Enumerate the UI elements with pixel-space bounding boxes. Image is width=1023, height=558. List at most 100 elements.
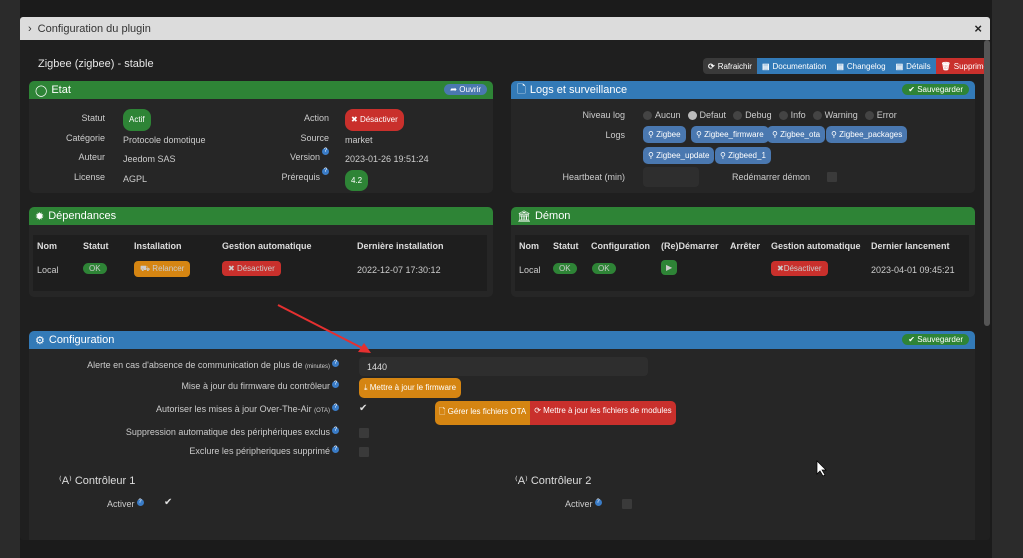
- log-zigbee-ota-button[interactable]: ⚲ Zigbee_ota: [767, 126, 826, 143]
- dep-nom: Local: [37, 265, 59, 275]
- log-level-radios: Aucun Defaut Debug Info Warning Error: [643, 110, 897, 121]
- controleur1-activer-label: Activer?: [107, 499, 144, 509]
- logs-title: Logs et surveillance: [529, 84, 628, 96]
- action-label: Action: [303, 113, 329, 123]
- changelog-button[interactable]: ▤ Changelog: [831, 58, 891, 74]
- exclure-checkbox[interactable]: [359, 447, 369, 457]
- book-icon: ▤: [836, 61, 844, 71]
- license-label: License: [73, 171, 105, 182]
- logs-save-button[interactable]: ✔ Sauvegarder: [902, 84, 969, 95]
- refresh-icon: ⟳: [708, 61, 715, 71]
- statut-badge: Actif: [123, 109, 151, 131]
- radio-label: Aucun: [655, 110, 681, 120]
- logs-header: 🗋 Logs et surveillance ✔ Sauvegarder: [511, 81, 975, 99]
- open-label: Ouvrir: [459, 85, 481, 94]
- background-page-left: [0, 0, 20, 558]
- refresh-button[interactable]: ⟳ Rafraichir: [703, 58, 757, 74]
- relaunch-install-button[interactable]: ⛟ Relancer: [134, 261, 191, 277]
- documentation-button[interactable]: ▤ Documentation: [756, 58, 832, 74]
- modules-label: Mettre à jour les fichiers de modules: [543, 406, 672, 415]
- save-label: Sauvegarder: [917, 335, 963, 344]
- dep-deactivate-button[interactable]: ✖ Désactiver: [222, 261, 281, 276]
- version-label: Version: [289, 152, 320, 162]
- col-header: Gestion automatique: [222, 241, 312, 251]
- help-icon[interactable]: ?: [136, 499, 144, 506]
- radio-debug[interactable]: Debug: [733, 110, 772, 121]
- heartbeat-input[interactable]: [643, 167, 699, 187]
- exclure-text: Exclure les péripheriques supprimé: [189, 446, 330, 456]
- log-zigbee-update-button[interactable]: ⚲ Zigbee_update: [643, 147, 715, 164]
- radio-label: Info: [790, 110, 806, 120]
- col-header: Statut: [553, 241, 579, 251]
- controleur1-title: Contrôleur 1: [74, 475, 136, 487]
- delete-button[interactable]: 🗑 Supprimer: [935, 58, 990, 74]
- update-firmware-button[interactable]: ⤓ Mettre à jour le firmware: [359, 378, 462, 398]
- dep-status-badge: OK: [83, 263, 107, 274]
- details-button[interactable]: ▤ Détails: [890, 58, 936, 74]
- firmware-label: Mise à jour du firmware du contrôleur?: [181, 381, 339, 391]
- scrollbar-thumb[interactable]: [984, 40, 990, 326]
- help-icon[interactable]: ?: [322, 148, 329, 155]
- suppression-label: Suppression automatique des périphérique…: [126, 427, 339, 437]
- configuration-panel: ⚙ Configuration ✔ Sauvegarder Alerte en c…: [29, 331, 975, 540]
- etat-values-right: ✖ Désactiver market 2023-01-26 19:51:24 …: [345, 109, 429, 191]
- radio-warning[interactable]: Warning: [812, 110, 858, 121]
- help-icon[interactable]: ?: [594, 499, 602, 506]
- radio-label: Warning: [824, 110, 858, 120]
- config-save-button[interactable]: ✔ Sauvegarder: [902, 334, 969, 345]
- log-zigbee-button[interactable]: ⚲ Zigbee: [643, 126, 686, 143]
- modal-title: Configuration du plugin: [37, 22, 151, 35]
- alerte-input[interactable]: 1440: [359, 357, 648, 376]
- ota-checkbox[interactable]: ✔: [359, 403, 367, 414]
- radio-aucun[interactable]: Aucun: [643, 110, 681, 121]
- version-value: 2023-01-26 19:51:24: [345, 154, 429, 164]
- configuration-title: Configuration: [48, 334, 115, 346]
- log-zigbee-packages-button[interactable]: ⚲ Zigbee_packages: [826, 126, 908, 143]
- radio-defaut[interactable]: Defaut: [687, 110, 727, 121]
- deactivate-label: Désactiver: [236, 264, 275, 273]
- help-icon[interactable]: ?: [322, 167, 329, 175]
- ota-text: Autoriser les mises à jour Over-The-Air: [156, 404, 312, 414]
- log-zigbeed-1-button[interactable]: ⚲ Zigbeed_1: [715, 147, 771, 164]
- col-header: Dernière installation: [357, 241, 444, 251]
- log-label: Zigbee_packages: [839, 130, 903, 139]
- save-label: Sauvegarder: [917, 85, 963, 94]
- help-icon[interactable]: ?: [332, 446, 339, 453]
- modal-titlebar[interactable]: › Configuration du plugin: [20, 17, 990, 40]
- controleur2-activer-label: Activer?: [565, 499, 602, 509]
- suppression-checkbox[interactable]: [359, 428, 369, 438]
- help-icon[interactable]: ?: [332, 360, 339, 367]
- help-icon[interactable]: ?: [332, 381, 339, 388]
- demon-deactivate-button[interactable]: ✖Désactiver: [771, 261, 828, 276]
- auteur-value: Jeedom SAS: [123, 154, 176, 164]
- close-icon[interactable]: ×: [974, 21, 982, 36]
- book-icon: ▤: [761, 61, 770, 71]
- plugin-title: Zigbee (zigbee) - stable: [38, 58, 154, 70]
- update-modules-button[interactable]: ⟳ Mettre à jour les fichiers de modules: [530, 401, 676, 425]
- demon-table: Nom Statut Configuration (Re)Démarrer Ar…: [515, 235, 969, 291]
- help-icon[interactable]: ?: [332, 404, 339, 411]
- restart-daemon-checkbox[interactable]: [827, 172, 837, 182]
- open-button[interactable]: ➦ Ouvrir: [444, 84, 487, 95]
- book-icon: ▤: [895, 61, 904, 71]
- radio-info[interactable]: Info: [778, 110, 806, 121]
- controleur2-heading: ⁽A⁾ Contrôleur 2: [515, 474, 591, 487]
- deactivate-label: Désactiver: [783, 264, 822, 273]
- log-zigbee-firmware-button[interactable]: ⚲ Zigbee_firmware: [691, 126, 769, 143]
- deactivate-plugin-button[interactable]: ✖ Désactiver: [345, 109, 404, 131]
- etat-panel: ◯ Etat ➦ Ouvrir Statut Catégorie Auteur L…: [29, 81, 493, 193]
- col-header: Arrêter: [730, 241, 761, 251]
- configuration-header: ⚙ Configuration ✔ Sauvegarder: [29, 331, 975, 349]
- firmware-text: Mise à jour du firmware du contrôleur: [181, 381, 330, 391]
- radio-error[interactable]: Error: [864, 110, 897, 121]
- controleur2-activer-checkbox[interactable]: [622, 499, 632, 509]
- niveau-log-label: Niveau log: [582, 110, 625, 120]
- log-label: Zigbee_update: [656, 151, 710, 160]
- radio-label: Debug: [745, 110, 772, 120]
- controleur1-activer-checkbox[interactable]: ✔: [164, 497, 172, 508]
- manage-ota-files-button[interactable]: 🗋 Gérer les fichiers OTA: [435, 401, 531, 425]
- dependances-panel: ✹ Dépendances Nom Statut Installation Ges…: [29, 207, 493, 297]
- start-daemon-button[interactable]: ▶: [661, 260, 678, 275]
- help-icon[interactable]: ?: [332, 427, 339, 434]
- radio-label: Defaut: [699, 110, 727, 120]
